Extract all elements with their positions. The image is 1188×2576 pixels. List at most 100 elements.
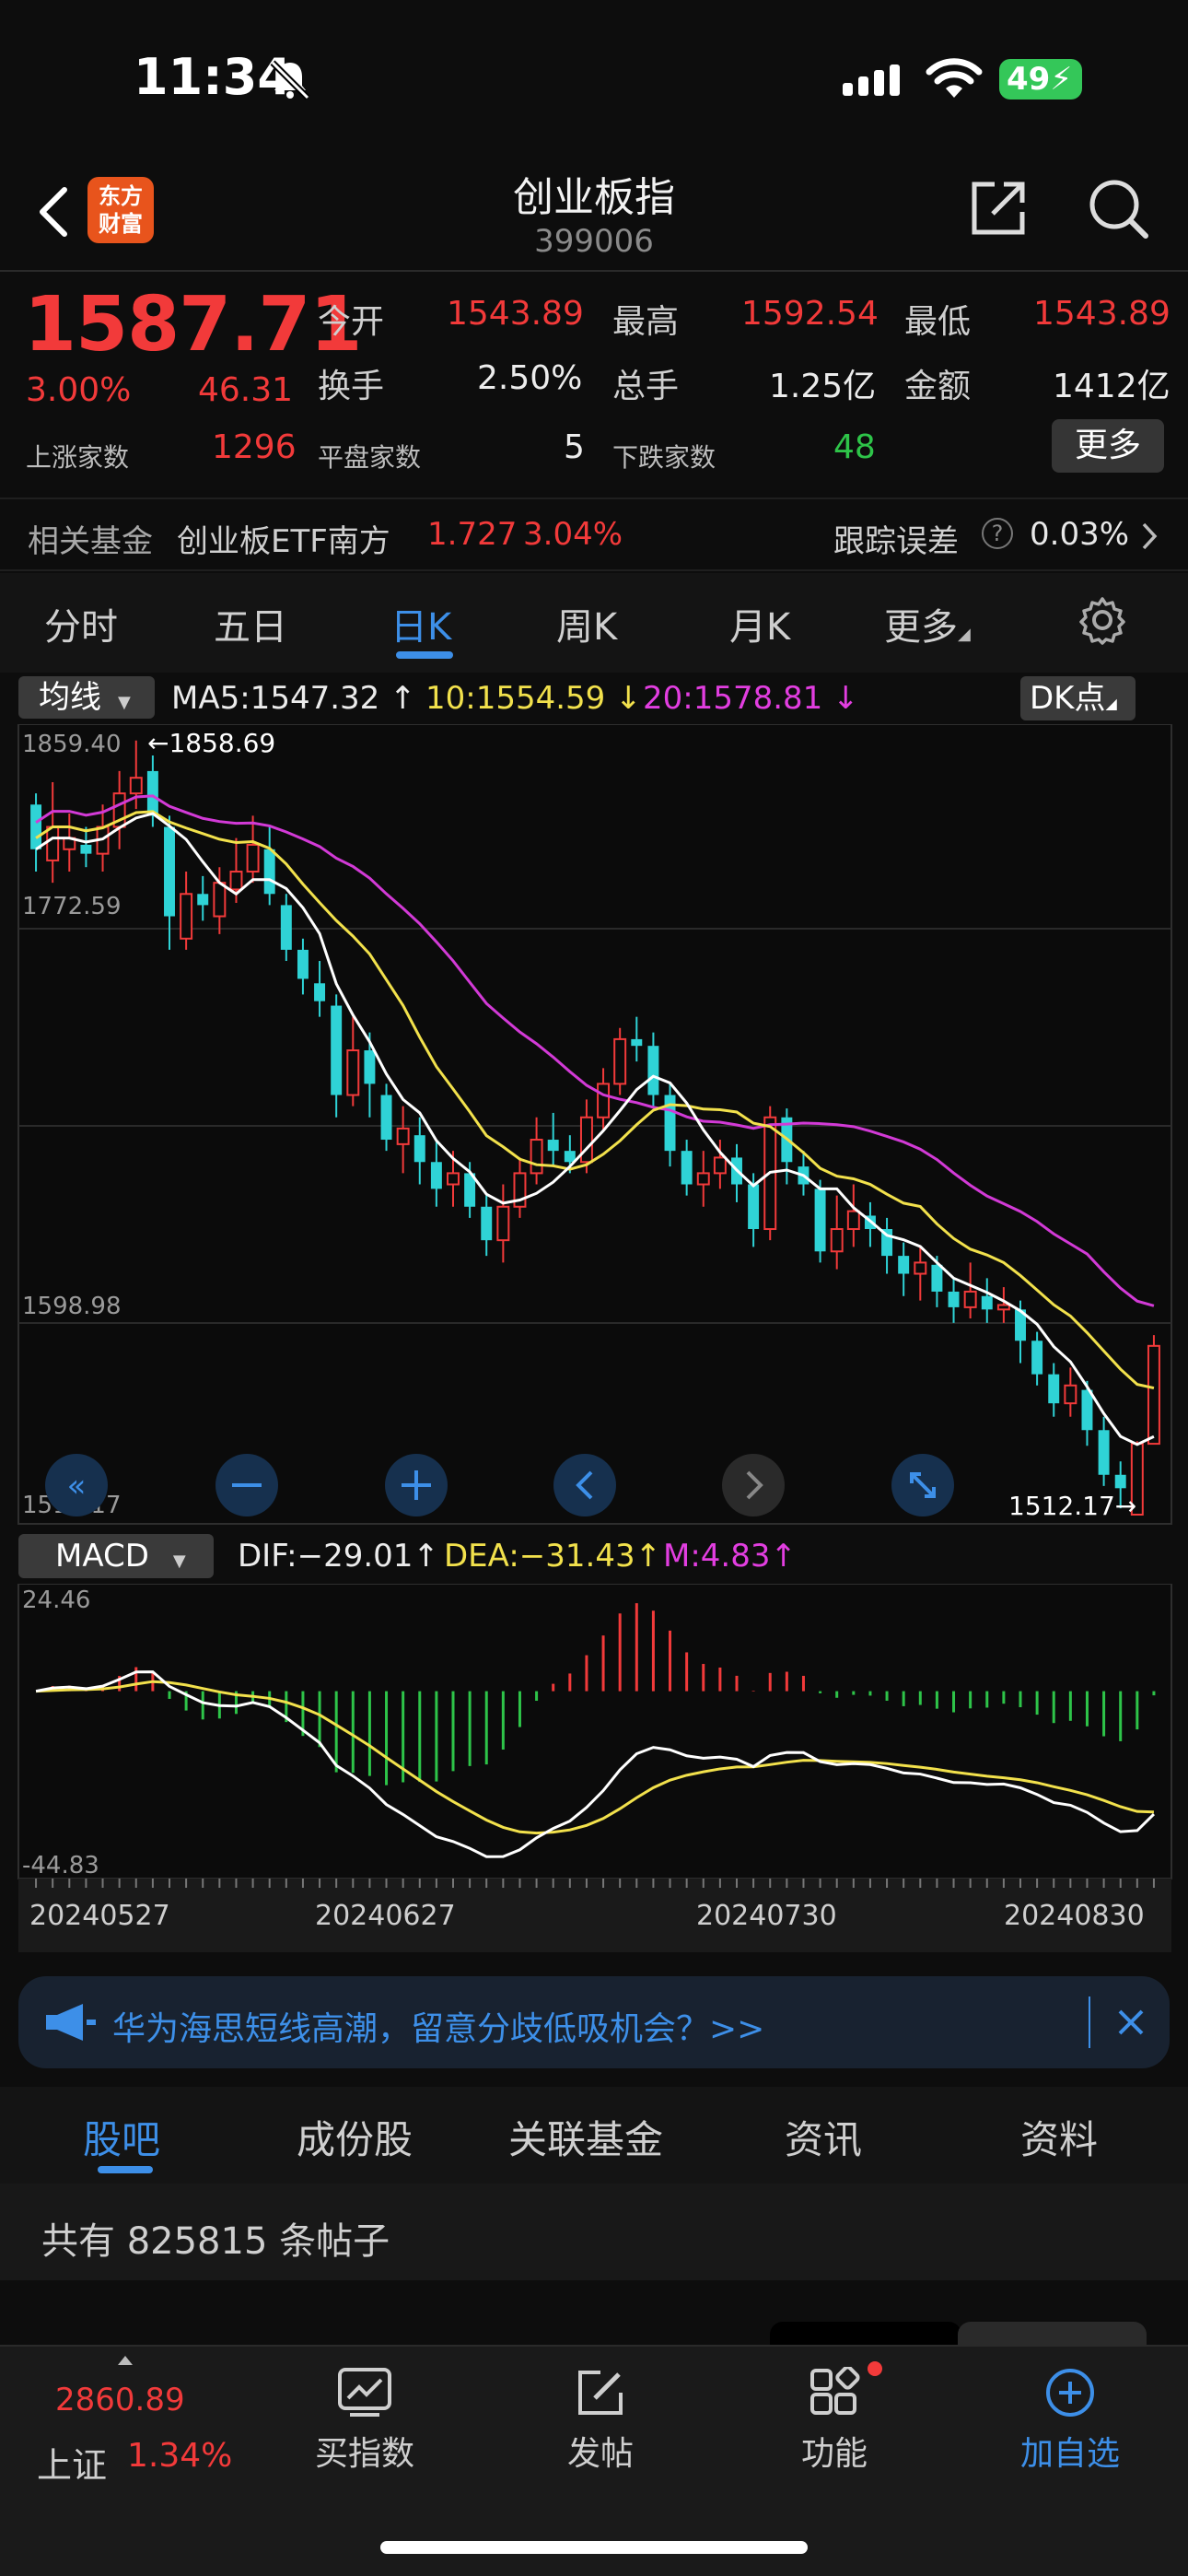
battery-level: 49 (1007, 61, 1051, 98)
kline-chart[interactable]: 1859.40 1772.59 1598.98 1512.17 ←1858.69… (0, 724, 1188, 1526)
candle (46, 825, 60, 861)
home-indicator (380, 2541, 808, 2554)
more-button[interactable]: 更多 (1052, 419, 1164, 473)
close-icon[interactable] (1116, 2008, 1146, 2037)
tab-profile[interactable]: 资料 (1020, 2109, 1098, 2165)
help-icon[interactable]: ? (982, 518, 1013, 549)
candle (1048, 1374, 1060, 1404)
candle (346, 1049, 360, 1096)
tab-forum[interactable]: 股吧 (83, 2109, 160, 2165)
candle (146, 770, 158, 816)
tab-more-label: 更多 (884, 606, 958, 649)
volume-value: 1.25亿 (769, 368, 877, 405)
max-price-annotation: ←1858.69 (147, 728, 275, 758)
search-icon[interactable] (1087, 177, 1151, 241)
sh-index-price[interactable]: 2860.89 (55, 2382, 185, 2418)
candle (331, 1005, 343, 1095)
zoom-out-button[interactable] (215, 1454, 278, 1516)
sh-index-name[interactable]: 上证 (37, 2437, 107, 2488)
m-text: M:4.83 (663, 1538, 771, 1575)
macd-selector-label: MACD (55, 1538, 149, 1575)
tab-related-funds[interactable]: 关联基金 (508, 2109, 663, 2165)
ma-selector[interactable]: 均线 ▼ (18, 676, 155, 719)
candle (297, 949, 309, 979)
volume-label: 总手 (612, 368, 680, 405)
fund-percent: 3.04% (523, 516, 623, 553)
candle (246, 843, 260, 873)
period-tabs: 分时 五日 日K 周K 月K 更多◢ (0, 573, 1188, 673)
tab-news[interactable]: 资讯 (785, 2109, 862, 2165)
date-tick-2: 20240627 (315, 1900, 456, 1932)
post-button[interactable]: 发帖 (508, 2367, 693, 2475)
zoom-in-button[interactable] (385, 1454, 448, 1516)
candle (213, 882, 227, 918)
banner-text[interactable]: 华为海思短线高潮，留意分歧低吸机会？>> (112, 2002, 764, 2050)
ma10-value: 10:1554.59 ↓ (425, 680, 642, 717)
macd-chart[interactable]: 24.46 -44.83 20240527 20240627 20240730 … (0, 1584, 1188, 1958)
down-count: 48 (833, 428, 876, 466)
post-count: 共有 825815 条帖子 (0, 2184, 1188, 2280)
flat-count: 5 (564, 428, 585, 466)
dif-value: DIF:−29.01↑ (238, 1538, 439, 1575)
settings-gear-icon[interactable] (1077, 595, 1127, 645)
min-price-annotation: 1512.17→ (1008, 1491, 1136, 1521)
change-amount: 46.31 (198, 371, 294, 409)
scroll-left-button[interactable] (553, 1454, 616, 1516)
date-tick-3: 20240730 (696, 1900, 837, 1932)
candle (413, 1135, 425, 1163)
expand-caret-icon (118, 2356, 133, 2365)
up-count-label: 上涨家数 (26, 442, 130, 473)
tab-intraday[interactable]: 分时 (44, 597, 118, 650)
cellular-signal-icon (843, 64, 900, 96)
high-value: 1592.54 (741, 295, 879, 333)
candle (547, 1140, 559, 1152)
dk-point-button[interactable]: DK点◢ (1020, 676, 1136, 720)
macd-selector[interactable]: MACD ▼ (18, 1534, 214, 1578)
tab-weekly-k[interactable]: 周K (556, 597, 617, 650)
date-tick-4: 20240830 (1004, 1900, 1145, 1932)
up-count: 1296 (212, 428, 297, 466)
turnover-value: 2.50% (477, 359, 583, 397)
candle (996, 1304, 1010, 1311)
candle (579, 1116, 593, 1164)
functions-button[interactable]: 功能 (742, 2361, 926, 2475)
candle (30, 804, 42, 849)
battery-icon: 49⚡ (999, 59, 1082, 100)
candle (314, 983, 326, 1001)
candle (263, 849, 275, 895)
related-fund-row[interactable]: 相关基金 创业板ETF南方 1.727 3.04% 跟踪误差 ? 0.03% (0, 498, 1188, 571)
tab-constituents[interactable]: 成份股 (297, 2109, 413, 2165)
buy-index-button[interactable]: 买指数 (273, 2367, 457, 2475)
fullscreen-button[interactable] (891, 1454, 954, 1516)
notification-dot (868, 2361, 882, 2376)
y-tick-2: 1772.59 (22, 893, 122, 920)
tracking-error-value: 0.03% (1030, 516, 1130, 553)
candle (681, 1151, 693, 1185)
ma20-text: 20:1578.81 (643, 680, 823, 717)
candle (981, 1295, 993, 1310)
tab-more[interactable]: 更多◢ (884, 597, 971, 650)
add-watchlist-button[interactable]: 加自选 (978, 2367, 1162, 2475)
ma20-value: 20:1578.81 ↓ (643, 680, 859, 717)
candle (713, 1156, 727, 1175)
candle (597, 1083, 611, 1118)
sh-index-percent: 1.34% (127, 2437, 233, 2475)
ma5-text: MA5:1547.32 (171, 680, 380, 717)
tab-daily-k[interactable]: 日K (390, 597, 451, 650)
news-banner[interactable]: 华为海思短线高潮，留意分歧低吸机会？>> (18, 1976, 1170, 2068)
candle (613, 1037, 627, 1085)
fund-name[interactable]: 创业板ETF南方 (177, 516, 390, 561)
candle (164, 826, 175, 917)
active-tab-underline (396, 651, 453, 659)
rewind-button[interactable]: « (45, 1454, 108, 1516)
candle (631, 1038, 643, 1047)
candle (1147, 1344, 1160, 1446)
dk-label: DK点 (1030, 680, 1106, 717)
current-price: 1587.71 (24, 281, 362, 369)
share-icon[interactable] (967, 177, 1030, 240)
content-tabs: 股吧 成份股 关联基金 资讯 资料 (0, 2087, 1188, 2184)
tab-monthly-k[interactable]: 月K (729, 597, 790, 650)
candle (280, 905, 292, 950)
tab-five-day[interactable]: 五日 (214, 597, 287, 650)
scroll-right-button[interactable] (722, 1454, 785, 1516)
